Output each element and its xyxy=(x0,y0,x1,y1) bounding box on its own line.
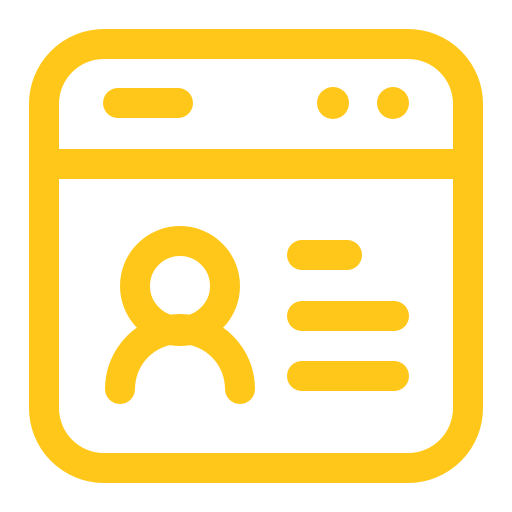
window-control-dot-2 xyxy=(377,87,409,119)
window-control-dot-1 xyxy=(317,87,349,119)
icon-canvas xyxy=(0,0,512,512)
browser-profile-icon xyxy=(29,29,483,483)
avatar-body-icon xyxy=(105,314,255,404)
